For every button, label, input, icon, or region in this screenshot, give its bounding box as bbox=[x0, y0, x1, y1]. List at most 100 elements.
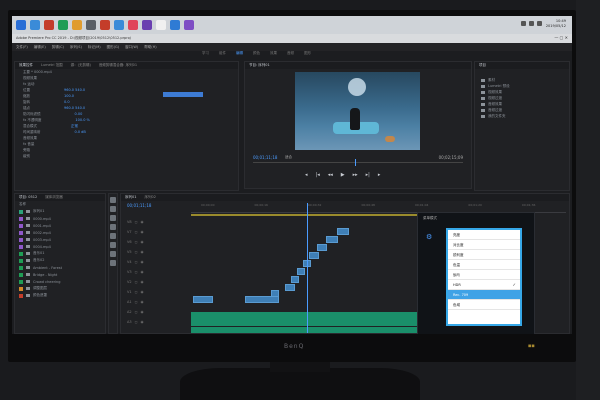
lock-icon[interactable]: ◻ bbox=[135, 320, 138, 326]
taskbar-app-icon[interactable] bbox=[58, 20, 68, 30]
project-item[interactable]: Ambient - Forest bbox=[15, 264, 105, 271]
eye-icon[interactable]: ◉ bbox=[141, 270, 144, 276]
program-scrub-bar[interactable] bbox=[253, 162, 463, 165]
battery-icon[interactable] bbox=[537, 21, 542, 26]
menu-item[interactable]: 编辑(E) bbox=[34, 45, 46, 49]
ripple-edit-tool-icon[interactable] bbox=[110, 215, 116, 221]
effect-property-value[interactable]: 0.0 dB bbox=[75, 130, 86, 134]
workspace-tab[interactable]: 效果 bbox=[270, 51, 277, 59]
eye-icon[interactable]: ◉ bbox=[141, 280, 144, 286]
menu-item[interactable]: 图形(G) bbox=[107, 45, 119, 49]
tab-effects[interactable]: 项目 bbox=[479, 63, 486, 68]
effect-property-value[interactable]: 960.0 540.0 bbox=[64, 106, 85, 110]
osd-option[interactable]: 色域 bbox=[448, 300, 520, 310]
taskbar-app-icon[interactable] bbox=[16, 20, 26, 30]
video-clip[interactable] bbox=[337, 228, 349, 235]
eye-icon[interactable]: ◉ bbox=[141, 290, 144, 296]
taskbar-app-icon[interactable] bbox=[156, 20, 166, 30]
effect-property-value[interactable]: 正常 bbox=[71, 124, 78, 129]
up-arrow-button[interactable]: ∧ bbox=[429, 334, 436, 335]
hand-tool-icon[interactable] bbox=[110, 251, 116, 257]
effect-controls-tab[interactable]: 效果控件 bbox=[19, 63, 33, 68]
workspace-tab[interactable]: 音频 bbox=[287, 51, 294, 59]
effect-property-value[interactable]: 0.00 bbox=[75, 112, 83, 116]
selection-tool-icon[interactable] bbox=[110, 197, 116, 203]
menu-item[interactable]: 剪辑(C) bbox=[52, 45, 64, 49]
menu-item[interactable]: 标记(M) bbox=[88, 45, 101, 49]
video-clip[interactable] bbox=[285, 284, 295, 291]
osd-option[interactable]: 伽马 bbox=[448, 270, 520, 280]
network-icon[interactable] bbox=[521, 21, 526, 26]
video-clip[interactable] bbox=[291, 276, 299, 283]
track-header[interactable]: A3 ◻ ◉ bbox=[127, 320, 144, 326]
project-item[interactable]: 0003.mp4 bbox=[15, 236, 105, 243]
track-header[interactable]: V5 ◻ ◉ bbox=[127, 250, 144, 256]
lock-icon[interactable]: ◻ bbox=[135, 300, 138, 306]
track-header[interactable]: A1 ◻ ◉ bbox=[127, 300, 144, 306]
project-item[interactable]: 序列01 bbox=[15, 208, 105, 215]
effect-property-value[interactable]: 960.0 540.0 bbox=[64, 88, 85, 92]
volume-icon[interactable] bbox=[529, 21, 534, 26]
lock-icon[interactable]: ◻ bbox=[135, 250, 138, 256]
menu-item[interactable]: 序列(S) bbox=[70, 45, 82, 49]
video-clip[interactable] bbox=[309, 252, 319, 259]
osd-option[interactable]: 锐利度 bbox=[448, 250, 520, 260]
transport-button[interactable]: ▶ bbox=[341, 172, 345, 178]
video-clip[interactable] bbox=[326, 236, 338, 243]
track-select-tool-icon[interactable] bbox=[110, 206, 116, 212]
lock-icon[interactable]: ◻ bbox=[135, 290, 138, 296]
osd-option[interactable]: 色温 bbox=[448, 260, 520, 270]
video-clip[interactable] bbox=[271, 290, 279, 297]
effect-controls-tab[interactable]: 源：(无剪辑) bbox=[71, 63, 91, 68]
track-header[interactable]: V3 ◻ ◉ bbox=[127, 270, 144, 276]
audio-clip[interactable] bbox=[191, 312, 427, 326]
taskbar-app-icon[interactable] bbox=[86, 20, 96, 30]
eye-icon[interactable]: ◉ bbox=[141, 310, 144, 316]
track-header[interactable]: V4 ◻ ◉ bbox=[127, 260, 144, 266]
back-button[interactable]: < bbox=[494, 334, 502, 335]
track-header[interactable]: V7 ◻ ◉ bbox=[127, 230, 144, 236]
confirm-button[interactable]: ✓ bbox=[472, 334, 480, 335]
transport-button[interactable]: ◂◂ bbox=[328, 172, 333, 178]
eye-icon[interactable]: ◉ bbox=[141, 320, 144, 326]
osd-option[interactable]: HDR ✓ bbox=[448, 280, 520, 290]
effect-property-row[interactable]: 级别 bbox=[15, 153, 238, 159]
track-header[interactable]: V8 ◻ ◉ bbox=[127, 220, 144, 226]
timeline-timecode[interactable]: 00;01;11;18 bbox=[127, 203, 151, 208]
transport-button[interactable]: ▸ bbox=[378, 172, 381, 178]
project-tab[interactable]: 媒体浏览器 bbox=[45, 195, 63, 200]
down-arrow-button[interactable]: ∨ bbox=[450, 334, 457, 335]
menu-item[interactable]: 文件(F) bbox=[16, 45, 28, 49]
program-video-frame[interactable] bbox=[295, 72, 420, 150]
effect-property-value[interactable]: 100.0 % bbox=[75, 118, 89, 122]
workspace-tab[interactable]: 组件 bbox=[219, 51, 226, 59]
project-item[interactable]: Bridge - Night bbox=[15, 271, 105, 278]
project-item[interactable]: Crowd cheering bbox=[15, 278, 105, 285]
project-item[interactable]: 音乐01 bbox=[15, 250, 105, 257]
lock-icon[interactable]: ◻ bbox=[135, 220, 138, 226]
program-playhead[interactable] bbox=[355, 159, 356, 166]
eye-icon[interactable]: ◉ bbox=[141, 260, 144, 266]
lock-icon[interactable]: ◻ bbox=[135, 240, 138, 246]
track-header[interactable]: A2 ◻ ◉ bbox=[127, 310, 144, 316]
type-tool-icon[interactable] bbox=[110, 260, 116, 266]
workspace-tab[interactable]: 图形 bbox=[304, 51, 311, 59]
eye-icon[interactable]: ◉ bbox=[141, 220, 144, 226]
video-clip[interactable] bbox=[193, 296, 213, 303]
timeline-tab[interactable]: 序列02 bbox=[144, 195, 155, 200]
transport-button[interactable]: ▸| bbox=[366, 172, 370, 178]
eye-icon[interactable]: ◉ bbox=[141, 230, 144, 236]
taskbar-app-icon[interactable] bbox=[100, 20, 110, 30]
taskbar-app-icon[interactable] bbox=[72, 20, 82, 30]
effect-controls-tab[interactable]: Lumetri 范围 bbox=[41, 63, 63, 68]
video-clip[interactable] bbox=[245, 296, 279, 303]
project-tab[interactable]: 项目: 0512 bbox=[19, 195, 37, 200]
lock-icon[interactable]: ◻ bbox=[135, 230, 138, 236]
eye-icon[interactable]: ◉ bbox=[141, 300, 144, 306]
window-controls[interactable]: — ▢ ✕ bbox=[554, 35, 568, 40]
project-item[interactable]: 0001.mp4 bbox=[15, 222, 105, 229]
track-header[interactable]: V2 ◻ ◉ bbox=[127, 280, 144, 286]
lock-icon[interactable]: ◻ bbox=[135, 310, 138, 316]
timeline-playhead[interactable] bbox=[307, 203, 308, 333]
taskbar-clock[interactable]: 10:49 2019/05/12 bbox=[546, 19, 566, 29]
